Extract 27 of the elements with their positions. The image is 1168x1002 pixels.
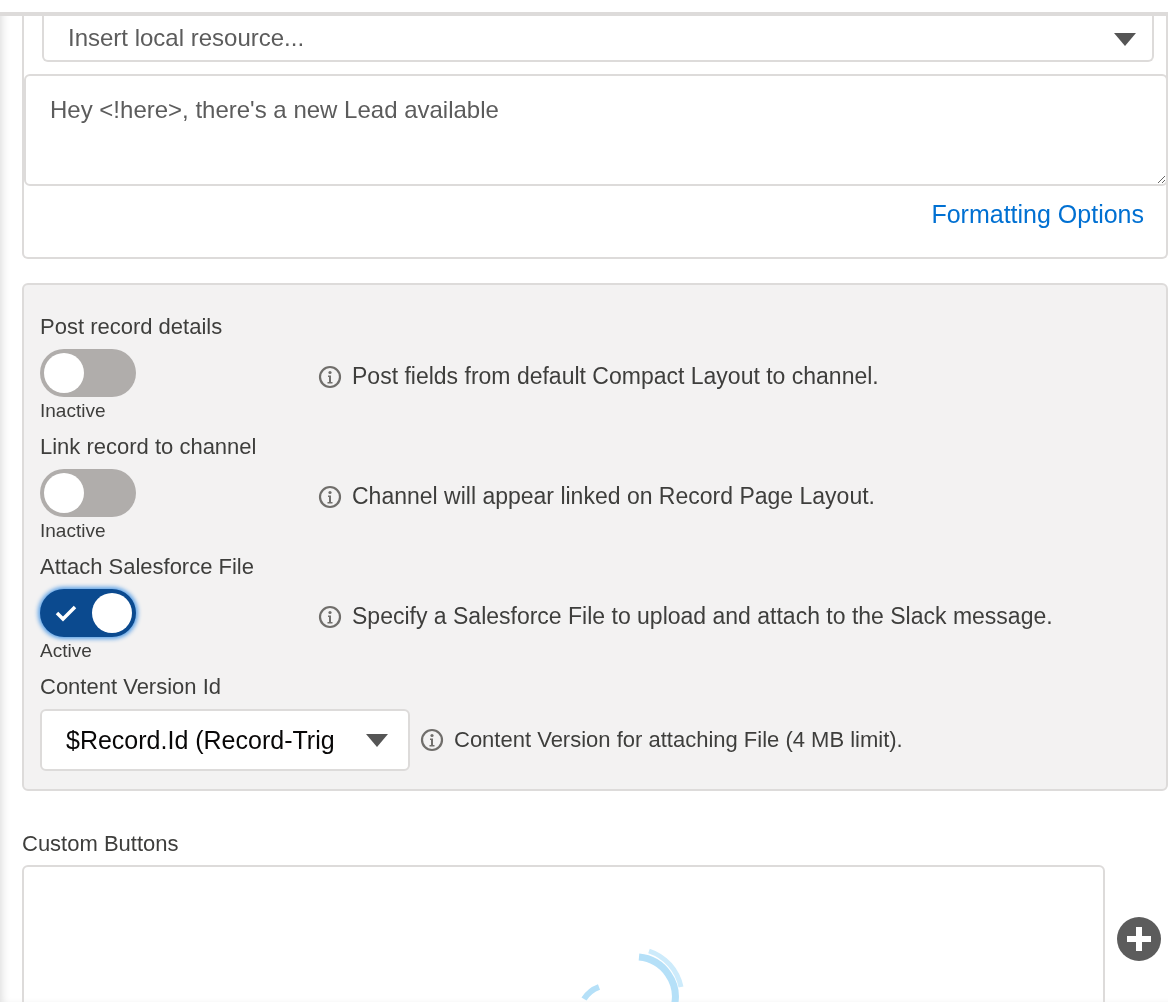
section-label: Custom Buttons [22,831,180,857]
toggle-status: Inactive [40,399,106,423]
toggle-status: Active [40,639,92,663]
check-icon [55,604,77,622]
toggle-switch[interactable] [40,469,136,517]
option-label: Attach Salesforce File [40,553,255,581]
field-label: Content Version Id [40,673,222,701]
info-icon [318,604,342,629]
option-label: Link record to channel [40,433,258,461]
help-text: Specify a Salesforce File to upload and attach to the Slack message. [352,603,1053,630]
help-text: Channel will appear linked on Record Page Layout. [352,483,875,510]
info-icon [318,364,342,389]
help-text: Post fields from default Compact Layout to channel. [352,363,879,390]
add-icon[interactable] [1117,917,1161,961]
formatting-options-link[interactable]: Formatting Options [931,200,1144,229]
toggle-switch[interactable] [40,349,136,397]
message-field[interactable]: Hey <!here>, there's a new Lead available [24,74,1168,186]
caret-down-icon [1114,33,1136,46]
option-label: Post record details [40,313,224,341]
help-text: Content Version for attaching File (4 MB limit). [454,727,903,753]
toggle-switch[interactable] [40,589,136,637]
resource-picker[interactable]: Insert local resource... [42,16,1154,62]
info-icon [318,484,342,509]
content-version-select[interactable]: $Record.Id (Record-Trig [40,709,410,771]
info-icon [420,728,444,752]
toggle-status: Inactive [40,519,106,543]
caret-down-icon [366,733,388,747]
